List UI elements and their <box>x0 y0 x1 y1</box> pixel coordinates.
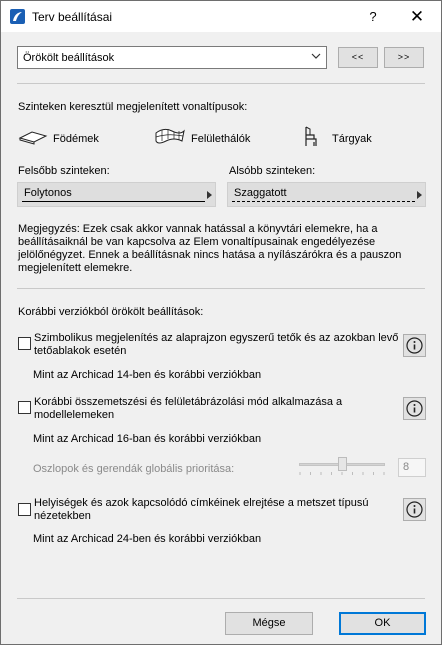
divider <box>17 598 425 599</box>
ok-button[interactable]: OK <box>339 612 426 635</box>
legacy-option-checkbox[interactable] <box>18 337 31 350</box>
legacy-option-note: Mint az Archicad 24-ben és korábbi verzi… <box>33 533 262 545</box>
priority-slider-ticks <box>299 472 385 475</box>
note-text: Megjegyzés: Ezek csak akkor vannak hatás… <box>18 223 402 274</box>
chevron-right-icon <box>417 191 422 199</box>
next-preset-button[interactable]: >> <box>384 47 424 68</box>
info-icon <box>406 501 423 518</box>
priority-value-field[interactable]: 8 <box>398 458 426 477</box>
info-icon <box>406 400 423 417</box>
previous-preset-button[interactable]: << <box>338 47 378 68</box>
preset-value: Örökölt beállítások <box>23 52 115 64</box>
legacy-option-checkbox[interactable] <box>18 503 31 516</box>
chevron-right-icon <box>207 191 212 199</box>
legacy-option-label: Szimbolikus megjelenítés az alaprajzon e… <box>34 332 399 357</box>
priority-label: Oszlopok és gerendák globális prioritása… <box>33 463 235 475</box>
preset-dropdown[interactable]: Örökölt beállítások <box>17 46 327 69</box>
legacy-option-label: Korábbi összemetszési és felületábrázolá… <box>34 396 343 421</box>
upper-floors-label: Felsőbb szinteken: <box>18 165 110 177</box>
legacy-option-label: Helyiségek és azok kapcsolódó címkéinek … <box>34 497 369 522</box>
window-title: Terv beállításai <box>32 10 113 24</box>
linetypes-heading: Szinteken keresztül megjelenített vonalt… <box>18 101 248 113</box>
slab-icon <box>18 131 48 145</box>
close-button[interactable]: ✕ <box>405 6 429 28</box>
upper-linetype-selector[interactable]: Folytonos <box>17 182 216 207</box>
legacy-heading: Korábbi verziókból örökölt beállítások: <box>18 306 204 318</box>
legacy-option-checkbox[interactable] <box>18 401 31 414</box>
dialog-window: Terv beállításai ? ✕ Örökölt beállítások… <box>0 0 442 645</box>
archicad-app-icon <box>10 9 25 24</box>
lower-linetype-value: Szaggatott <box>234 187 287 199</box>
chevron-down-icon <box>311 53 321 59</box>
category-slabs: Födémek <box>53 133 99 145</box>
category-objects: Tárgyak <box>332 133 372 145</box>
info-icon <box>406 337 423 354</box>
solid-line-preview <box>22 201 205 202</box>
info-button[interactable] <box>403 498 426 521</box>
info-button[interactable] <box>403 397 426 420</box>
lower-floors-label: Alsóbb szinteken: <box>229 165 316 177</box>
legacy-option-note: Mint az Archicad 14-ben és korábbi verzi… <box>33 369 262 381</box>
priority-slider-thumb[interactable] <box>338 457 347 471</box>
mesh-icon <box>155 128 185 144</box>
help-button[interactable]: ? <box>361 7 385 27</box>
chair-icon <box>305 126 317 146</box>
lower-linetype-selector[interactable]: Szaggatott <box>227 182 426 207</box>
divider <box>17 83 425 84</box>
category-meshes: Felülethálók <box>191 133 251 145</box>
divider <box>17 288 425 289</box>
legacy-option-note: Mint az Archicad 16-ban és korábbi verzi… <box>33 433 262 445</box>
info-button[interactable] <box>403 334 426 357</box>
cancel-button[interactable]: Mégse <box>225 612 313 635</box>
dashed-line-preview <box>232 201 415 202</box>
title-bar: Terv beállításai ? ✕ <box>1 1 441 32</box>
upper-linetype-value: Folytonos <box>24 187 72 199</box>
